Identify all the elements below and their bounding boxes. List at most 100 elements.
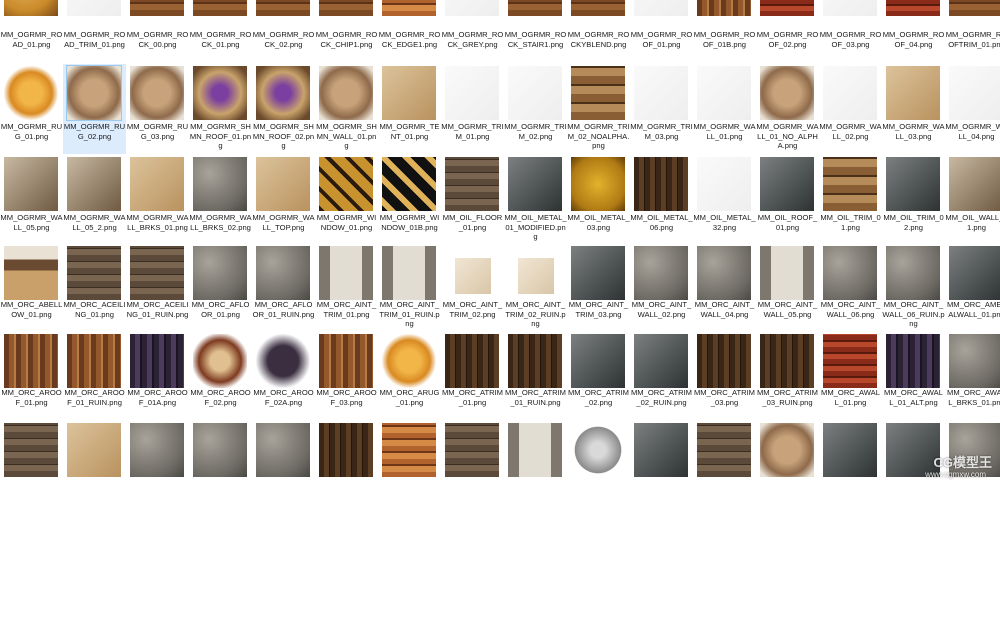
file-item[interactable]: MM_OGRMR_WINDOW_01B.png xyxy=(378,155,441,245)
file-item[interactable]: MM_OGRMR_ROCK_00.png xyxy=(126,0,189,62)
file-item[interactable] xyxy=(693,421,756,632)
file-item[interactable]: MM_ORC_AMETALWALL_01.png xyxy=(945,244,1000,332)
file-item[interactable] xyxy=(315,421,378,632)
file-item[interactable]: MM_OGRMR_WINDOW_01.png xyxy=(315,155,378,245)
file-item[interactable]: MM_ORC_AINT_WALL_02.png xyxy=(630,244,693,332)
file-item[interactable]: MM_ORC_ACEILING_01_RUIN.png xyxy=(126,244,189,332)
file-item[interactable]: MM_OGRMR_ROOF_04.png xyxy=(882,0,945,62)
file-item[interactable]: MM_OGRMR_RUG_03.png xyxy=(126,64,189,154)
file-item[interactable]: MM_OGRMR_WALL_05_2.png xyxy=(63,155,126,245)
file-item[interactable]: MM_OGRMR_WALL_03.png xyxy=(882,64,945,154)
file-name: MM_ORC_AROOF_02.png xyxy=(190,388,251,407)
file-item[interactable]: MM_OIL_METAL_06.png xyxy=(630,155,693,245)
file-item[interactable]: MM_OIL_METAL_01_MODIFIED.png xyxy=(504,155,567,245)
file-thumbnail xyxy=(256,246,310,300)
file-item[interactable]: MM_OGRMR_RUG_02.png xyxy=(63,64,126,154)
file-item[interactable]: MM_OIL_TRIM_02.png xyxy=(882,155,945,245)
file-item[interactable]: MM_OGRMR_ROCK_CHIP1.png xyxy=(315,0,378,62)
file-item[interactable]: MM_OGRMR_ROCK_STAIR1.png xyxy=(504,0,567,62)
file-item[interactable] xyxy=(441,421,504,632)
file-item[interactable]: MM_OGRMR_WALL_01.png xyxy=(693,64,756,154)
file-item[interactable]: MM_OGRMR_SHMN_ROOF_02.png xyxy=(252,64,315,154)
file-item[interactable]: MM_OGRMR_TENT_01.png xyxy=(378,64,441,154)
file-item[interactable]: MM_ORC_AINT_TRIM_01_RUIN.png xyxy=(378,244,441,332)
file-item[interactable]: MM_OIL_WALL_01.png xyxy=(945,155,1000,245)
file-item[interactable]: MM_ORC_AINT_TRIM_01.png xyxy=(315,244,378,332)
file-item[interactable]: MM_OGRMR_ROOF_01.png xyxy=(630,0,693,62)
file-item[interactable]: MM_ORC_AROOF_02A.png xyxy=(252,332,315,420)
file-item[interactable]: MM_ORC_AFLOOR_01_RUIN.png xyxy=(252,244,315,332)
file-item[interactable]: MM_ORC_AINT_WALL_04.png xyxy=(693,244,756,332)
file-item[interactable]: MM_OGRMR_WALL_BRKS_01.png xyxy=(126,155,189,245)
file-item[interactable]: MM_OGRMR_WALL_TOP.png xyxy=(252,155,315,245)
file-item[interactable]: MM_ORC_AWALL_BRKS_01.png xyxy=(945,332,1000,420)
file-item[interactable]: MM_OGRMR_ROCKYBLEND.png xyxy=(567,0,630,62)
file-item[interactable] xyxy=(504,421,567,632)
file-item[interactable]: MM_ORC_AINT_TRIM_03.png xyxy=(567,244,630,332)
file-item[interactable] xyxy=(252,421,315,632)
file-item[interactable]: MM_OGRMR_WALL_BRKS_02.png xyxy=(189,155,252,245)
file-item[interactable] xyxy=(189,421,252,632)
file-item[interactable]: MM_ORC_AINT_WALL_06_RUIN.png xyxy=(882,244,945,332)
file-item[interactable] xyxy=(819,421,882,632)
file-item[interactable]: MM_OGRMR_TRIM_03.png xyxy=(630,64,693,154)
file-item[interactable]: MM_OGRMR_ROCK_01.png xyxy=(189,0,252,62)
file-item[interactable]: MM_OGRMR_WALL_05.png xyxy=(0,155,63,245)
file-item[interactable]: MM_ORC_ATRIM_01.png xyxy=(441,332,504,420)
file-item[interactable] xyxy=(126,421,189,632)
file-item[interactable]: MM_ORC_AROOF_01.png xyxy=(0,332,63,420)
file-item[interactable]: MM_OGRMR_WALL_01_NO_ALPHA.png xyxy=(756,64,819,154)
file-item[interactable] xyxy=(63,421,126,632)
file-item[interactable]: MM_OIL_METAL_03.png xyxy=(567,155,630,245)
file-item[interactable]: MM_OGRMR_ROCK_EDGE1.png xyxy=(378,0,441,62)
file-item[interactable]: MM_OGRMR_ROOFTRIM_01.png xyxy=(945,0,1000,62)
file-thumbnail xyxy=(193,334,247,388)
file-item[interactable]: MM_OIL_FLOOR_01.png xyxy=(441,155,504,245)
file-item[interactable]: MM_OGRMR_TRIM_02.png xyxy=(504,64,567,154)
file-item[interactable] xyxy=(0,421,63,632)
file-item[interactable] xyxy=(567,421,630,632)
file-item[interactable]: MM_ORC_AROOF_01A.png xyxy=(126,332,189,420)
file-item[interactable]: MM_ORC_AFLOOR_01.png xyxy=(189,244,252,332)
file-item[interactable]: MM_OGRMR_WALL_02.png xyxy=(819,64,882,154)
file-item[interactable]: MM_ORC_ABELLOW_01.png xyxy=(0,244,63,332)
file-name: MM_OGRMR_ROAD_TRIM_01.png xyxy=(63,30,126,49)
file-item[interactable]: MM_ORC_ATRIM_02.png xyxy=(567,332,630,420)
file-item[interactable]: MM_OGRMR_ROOF_01B.png xyxy=(693,0,756,62)
file-item[interactable]: MM_ORC_ATRIM_02_RUIN.png xyxy=(630,332,693,420)
file-item[interactable]: MM_ORC_AROOF_03.png xyxy=(315,332,378,420)
file-item[interactable]: MM_ORC_ATRIM_03.png xyxy=(693,332,756,420)
file-item[interactable]: MM_ORC_AROOF_01_RUIN.png xyxy=(63,332,126,420)
file-item[interactable]: MM_OGRMR_ROCK_GREY.png xyxy=(441,0,504,62)
file-item[interactable]: MM_ORC_ATRIM_01_RUIN.png xyxy=(504,332,567,420)
file-name: MM_OGRMR_ROCK_00.png xyxy=(126,30,189,49)
file-item[interactable]: MM_ORC_ACEILING_01.png xyxy=(63,244,126,332)
file-item[interactable]: MM_OGRMR_ROAD_01.png xyxy=(0,0,63,62)
file-item[interactable]: MM_OGRMR_ROOF_03.png xyxy=(819,0,882,62)
file-item[interactable]: MM_OGRMR_ROAD_TRIM_01.png xyxy=(63,0,126,62)
file-item[interactable]: MM_ORC_AINT_TRIM_02_RUIN.png xyxy=(504,244,567,332)
file-item[interactable]: MM_ORC_AINT_WALL_06.png xyxy=(819,244,882,332)
file-item[interactable]: MM_OGRMR_WALL_04.png xyxy=(945,64,1000,154)
file-item[interactable]: MM_ORC_AINT_TRIM_02.png xyxy=(441,244,504,332)
file-item[interactable]: MM_ORC_ARUG_01.png xyxy=(378,332,441,420)
file-item[interactable]: MM_OGRMR_TRIM_02_NOALPHA.png xyxy=(567,64,630,154)
file-item[interactable]: MM_OGRMR_RUG_01.png xyxy=(0,64,63,154)
file-item[interactable]: MM_ORC_AWALL_01.png xyxy=(819,332,882,420)
file-item[interactable]: MM_OGRMR_ROCK_02.png xyxy=(252,0,315,62)
file-item[interactable] xyxy=(630,421,693,632)
file-item[interactable]: MM_OGRMR_ROOF_02.png xyxy=(756,0,819,62)
file-item[interactable]: MM_OIL_METAL_32.png xyxy=(693,155,756,245)
file-item[interactable]: MM_OIL_ROOF_01.png xyxy=(756,155,819,245)
file-name: MM_ORC_ATRIM_01_RUIN.png xyxy=(504,388,567,407)
file-item[interactable]: MM_OIL_TRIM_01.png xyxy=(819,155,882,245)
file-item[interactable]: MM_ORC_ATRIM_03_RUIN.png xyxy=(756,332,819,420)
file-item[interactable]: MM_OGRMR_SHMN_ROOF_01.png xyxy=(189,64,252,154)
file-item[interactable]: MM_OGRMR_SHMN_WALL_01.png xyxy=(315,64,378,154)
file-item[interactable]: MM_OGRMR_TRIM_01.png xyxy=(441,64,504,154)
file-item[interactable]: MM_ORC_AWALL_01_ALT.png xyxy=(882,332,945,420)
file-item[interactable] xyxy=(378,421,441,632)
file-item[interactable]: MM_ORC_AROOF_02.png xyxy=(189,332,252,420)
file-item[interactable]: MM_ORC_AINT_WALL_05.png xyxy=(756,244,819,332)
file-item[interactable] xyxy=(756,421,819,632)
